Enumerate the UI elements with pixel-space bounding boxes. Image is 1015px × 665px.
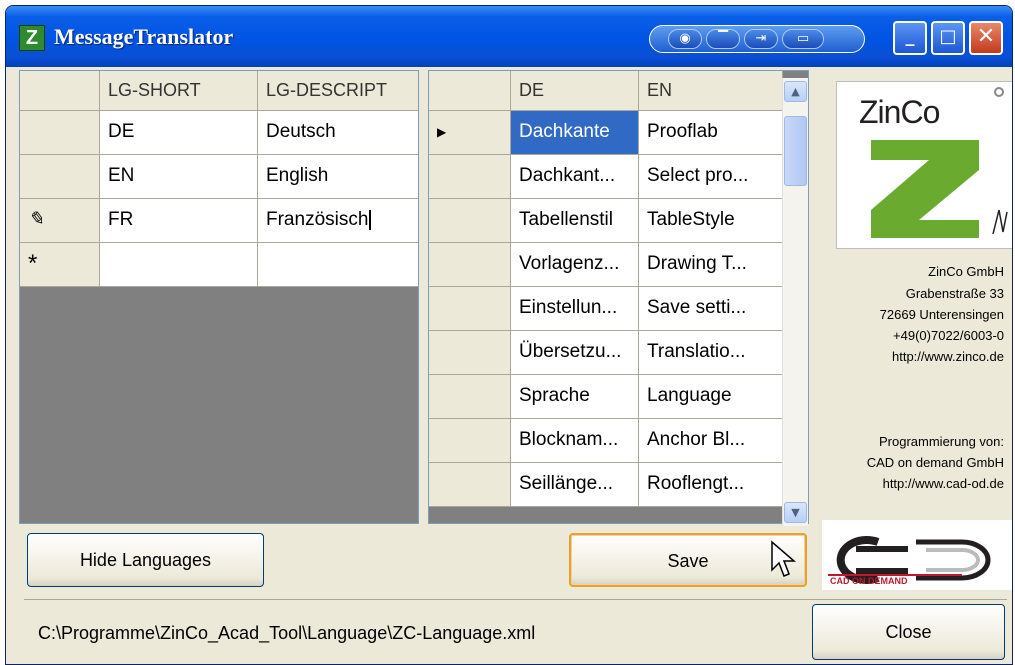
scroll-down-icon[interactable]: ▼: [784, 502, 807, 523]
row-selector[interactable]: [429, 463, 511, 507]
close-window-button[interactable]: ✕: [969, 21, 1003, 55]
company-street: Grabenstraße 33: [905, 286, 1004, 301]
text-caret: [369, 209, 372, 230]
developer-web: http://www.cad-od.de: [882, 476, 1004, 491]
column-header-lg-short[interactable]: LG-SHORT: [100, 71, 258, 111]
column-header-lg-descript[interactable]: LG-DESCRIPT: [258, 71, 418, 111]
cell-de[interactable]: Seillänge...: [511, 463, 639, 507]
cell-de[interactable]: Übersetzu...: [511, 331, 639, 375]
cell-en[interactable]: Translatio...: [639, 331, 783, 375]
row-selector[interactable]: [429, 331, 511, 375]
cell-en[interactable]: Language: [639, 375, 783, 419]
cell-en[interactable]: TableStyle: [639, 199, 783, 243]
cell-lg-descript-editing[interactable]: Französisch: [258, 199, 418, 243]
column-header-de[interactable]: DE: [511, 71, 639, 111]
cell-de[interactable]: Tabellenstil: [511, 199, 639, 243]
company-phone: +49(0)7022/6003-0: [893, 328, 1004, 343]
cell-lg-short[interactable]: FR: [100, 199, 258, 243]
titlebar-extras: ◉ ▔ ⇥ ▭: [649, 25, 865, 53]
send-to-tray-icon[interactable]: ⇥: [744, 29, 778, 49]
translations-grid[interactable]: DE EN ▶ Dachkante Prooflab Dachkant... Selec…: [428, 70, 809, 524]
cell-lg-descript-new[interactable]: [258, 243, 418, 287]
minimize-button[interactable]: _: [893, 21, 927, 55]
cell-lg-short[interactable]: DE: [100, 111, 258, 155]
roll-up-icon[interactable]: ▔: [706, 29, 740, 49]
row-selector[interactable]: [429, 243, 511, 287]
cell-lg-descript[interactable]: Deutsch: [258, 111, 418, 155]
cell-de[interactable]: Sprache: [511, 375, 639, 419]
languages-grid[interactable]: LG-SHORT LG-DESCRIPT DE Deutsch EN Engli…: [19, 70, 419, 524]
title-bar[interactable]: Z MessageTranslator ◉ ▔ ⇥ ▭ _ □ ✕: [6, 6, 1012, 67]
row-header-corner: [20, 71, 100, 111]
company-city: 72669 Unterensingen: [879, 307, 1004, 322]
column-header-en[interactable]: EN: [639, 71, 783, 111]
cell-en[interactable]: Drawing T...: [639, 243, 783, 287]
cell-de[interactable]: Vorlagenz...: [511, 243, 639, 287]
cell-de[interactable]: Blocknam...: [511, 419, 639, 463]
cell-de[interactable]: Dachkante: [511, 111, 639, 155]
company-web: http://www.zinco.de: [892, 349, 1004, 364]
current-row-arrow-icon[interactable]: ▶: [429, 111, 511, 155]
row-selector[interactable]: [429, 419, 511, 463]
row-selector[interactable]: [429, 375, 511, 419]
row-selector[interactable]: [429, 287, 511, 331]
company-name: ZinCo GmbH: [928, 264, 1004, 279]
row-selector[interactable]: [429, 155, 511, 199]
programmed-by-label: Programmierung von:: [879, 434, 1004, 449]
cell-en[interactable]: Rooflengt...: [639, 463, 783, 507]
cell-lg-descript[interactable]: English: [258, 155, 418, 199]
row-selector[interactable]: [429, 199, 511, 243]
cell-lg-short-new[interactable]: [100, 243, 258, 287]
mouse-cursor-icon: [771, 540, 797, 577]
scroll-up-icon[interactable]: ▲: [784, 81, 807, 102]
language-file-path: C:\Programme\ZinCo_Acad_Tool\Language\ZC…: [38, 623, 536, 643]
app-icon: Z: [19, 25, 45, 51]
window-title: MessageTranslator: [54, 24, 234, 49]
row-selector[interactable]: [20, 111, 100, 155]
maximize-fit-icon[interactable]: ▭: [782, 29, 824, 49]
cell-de[interactable]: Dachkant...: [511, 155, 639, 199]
editing-text: Französisch: [266, 209, 369, 230]
row-header-corner: [429, 71, 511, 111]
cell-en[interactable]: Anchor Bl...: [639, 419, 783, 463]
new-row-asterisk-icon[interactable]: *: [20, 243, 100, 287]
translations-scrollbar[interactable]: ▲ ▼: [782, 78, 808, 526]
cell-en[interactable]: Select pro...: [639, 155, 783, 199]
cad-logo-subtitle: CAD ON DEMAND: [830, 576, 908, 586]
cell-en[interactable]: Prooflab: [639, 111, 783, 155]
cell-lg-short[interactable]: EN: [100, 155, 258, 199]
cell-en[interactable]: Save setti...: [639, 287, 783, 331]
maximize-button[interactable]: □: [931, 21, 965, 55]
zinco-logo-text: ZinCo: [859, 94, 940, 130]
close-button[interactable]: Close: [812, 604, 1005, 660]
message-translator-window: Z MessageTranslator ◉ ▔ ⇥ ▭ _ □ ✕ LG-SHO…: [5, 5, 1013, 665]
scroll-thumb[interactable]: [784, 116, 807, 186]
row-selector[interactable]: [20, 155, 100, 199]
edit-pencil-icon[interactable]: ✎: [20, 199, 100, 243]
developer-name: CAD on demand GmbH: [866, 455, 1004, 470]
nvidia-icon[interactable]: ◉: [668, 29, 702, 49]
cell-de[interactable]: Einstellun...: [511, 287, 639, 331]
cad-on-demand-logo: CAD ON DEMAND: [822, 520, 1012, 590]
hide-languages-button[interactable]: Hide Languages: [27, 533, 264, 587]
zinco-logo: ZinCo: [836, 81, 1012, 249]
